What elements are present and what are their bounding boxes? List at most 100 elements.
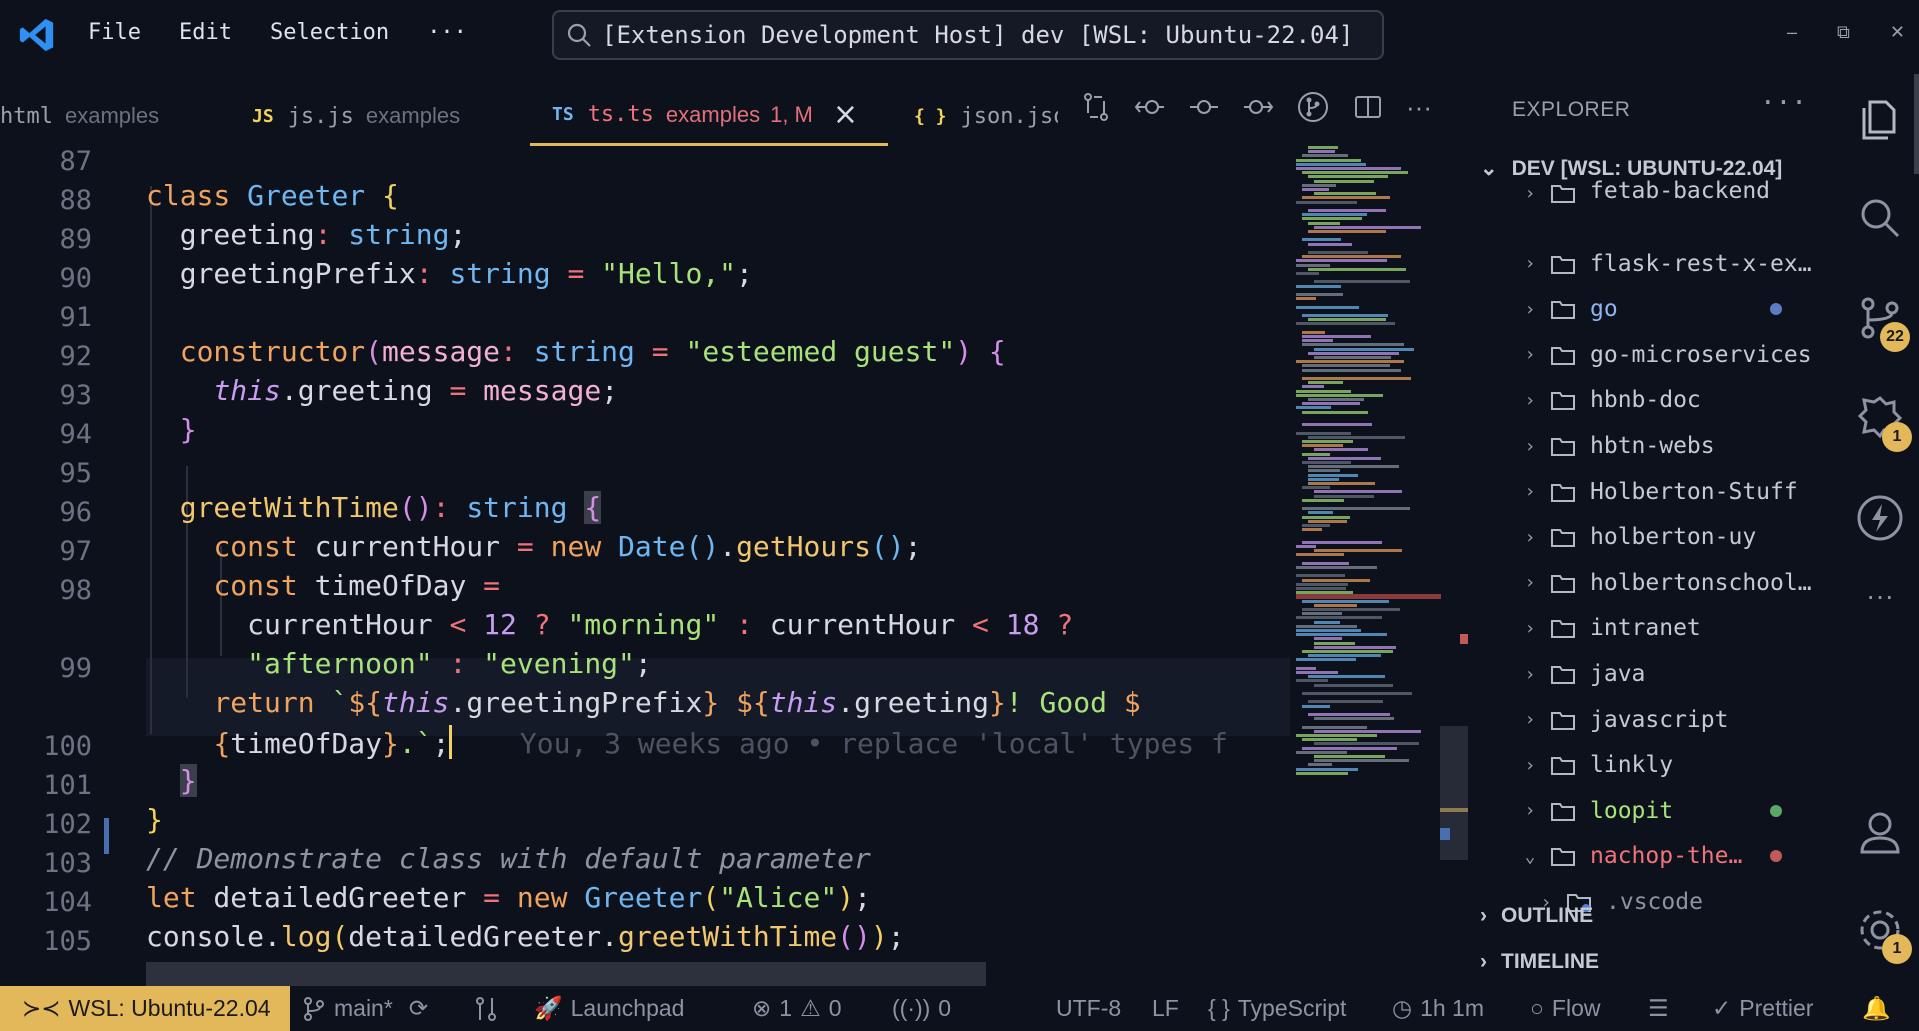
code-editor[interactable]: 87 class Greeter { 88 greeting: string; … <box>0 146 1290 988</box>
line-number: 101 <box>43 770 92 801</box>
tree-item[interactable]: › linkly <box>1470 743 1840 787</box>
git-compare-icon[interactable] <box>1080 91 1112 123</box>
chevron-right-icon: › <box>1524 572 1536 594</box>
tab-name: html <box>0 103 53 129</box>
minimap-line <box>1314 637 1342 641</box>
chevron-right-icon: › <box>1524 253 1536 275</box>
flow-indicator[interactable]: ○ Flow <box>1530 986 1600 1031</box>
encoding-indicator[interactable]: UTF-8 <box>1056 986 1121 1031</box>
minimap-line <box>1302 213 1367 217</box>
menu-file[interactable]: File <box>88 20 141 45</box>
notifications-bell-icon[interactable]: 🔔 <box>1862 986 1891 1031</box>
problems-indicator[interactable]: ⊗ 1 ⚠ 0 <box>752 986 842 1031</box>
minimap-line <box>1296 629 1361 632</box>
gitlens-icon[interactable] <box>474 986 498 1031</box>
editor-actions: ··· <box>1080 90 1432 124</box>
remote-indicator[interactable]: ≻≺ WSL: Ubuntu-22.04 <box>0 986 290 1031</box>
check-icon: ✓ <box>1712 995 1732 1021</box>
tree-item-label: hbtn-webs <box>1590 433 1715 459</box>
search-icon[interactable] <box>1854 192 1906 244</box>
git-status-dot <box>1770 850 1782 863</box>
minimap-line <box>1296 679 1329 683</box>
tree-item-label: javascript <box>1590 706 1729 733</box>
more-views-icon[interactable]: ··· <box>1854 580 1906 632</box>
tab-json[interactable]: { } json.jso <box>888 86 1058 146</box>
ports-indicator[interactable]: ((·)) 0 <box>892 986 951 1031</box>
split-editor-icon[interactable] <box>1352 91 1384 123</box>
tree-item[interactable]: › holbertonschool… <box>1470 561 1840 605</box>
minimap-line <box>1296 771 1349 775</box>
tree-item[interactable]: › go-microservices <box>1470 333 1840 377</box>
account-icon[interactable] <box>1854 806 1906 858</box>
minimap-line <box>1302 183 1336 187</box>
minimap-line <box>1314 347 1414 351</box>
explorer-more-icon[interactable]: ··· <box>1760 88 1807 118</box>
minimap-line <box>1296 272 1320 275</box>
language-indicator[interactable]: { } TypeScript <box>1208 986 1346 1031</box>
tree-item[interactable]: › loopit <box>1470 789 1840 833</box>
branch-indicator[interactable]: main* ⟳ <box>302 986 428 1031</box>
go-back-change-icon[interactable] <box>1134 91 1166 123</box>
minimap[interactable] <box>1296 146 1441 786</box>
go-forward-change-icon[interactable] <box>1242 91 1274 123</box>
minimap-line <box>1302 612 1343 616</box>
activity-bar: 22 1 ··· 1 <box>1840 80 1919 980</box>
tree-item-label: java <box>1590 661 1646 687</box>
chevron-right-icon: › <box>1524 389 1536 411</box>
menu-edit[interactable]: Edit <box>179 20 232 45</box>
tree-item[interactable]: › javascript <box>1470 698 1840 742</box>
sync-icon[interactable]: ⟳ <box>409 995 428 1022</box>
tab-js[interactable]: JS js.js examples <box>242 86 530 146</box>
time-tracker[interactable]: ◷ 1h 1m <box>1392 986 1484 1031</box>
prettier-indicator[interactable]: ✓ Prettier <box>1712 986 1813 1031</box>
timeline-label: TIMELINE <box>1501 950 1599 973</box>
maximize-button[interactable]: ⧉ <box>1837 22 1850 43</box>
outline-label: OUTLINE <box>1501 904 1594 927</box>
git-graph-icon[interactable] <box>1296 90 1330 124</box>
minimap-line <box>1314 356 1392 359</box>
tree-item[interactable]: ⌄ nachop-the… <box>1470 834 1840 878</box>
minimap-line <box>1308 175 1389 179</box>
launchpad-button[interactable]: 🚀 Launchpad <box>534 986 684 1031</box>
minimap-line <box>1302 217 1362 221</box>
chevron-right-icon: › <box>1524 526 1536 548</box>
thunder-client-icon[interactable] <box>1854 492 1906 544</box>
timeline-section[interactable]: › TIMELINE <box>1480 950 1599 974</box>
git-commit-icon[interactable] <box>1188 91 1220 123</box>
close-tab-icon[interactable]: × <box>833 97 858 132</box>
menu-selection[interactable]: Selection <box>270 20 389 45</box>
git-branch-icon <box>304 996 324 1021</box>
tree-item[interactable]: › intranet <box>1470 606 1840 650</box>
command-center-search[interactable]: [Extension Development Host] dev [WSL: U… <box>552 10 1384 60</box>
folder-icon <box>1551 529 1575 548</box>
minimize-button[interactable]: – <box>1787 22 1797 43</box>
tree-item[interactable]: › flask-rest-x-ex… <box>1470 242 1840 286</box>
workspace-header[interactable]: ⌄ DEV [WSL: UBUNTU-22.04] <box>1480 156 1782 181</box>
files-icon[interactable] <box>1854 94 1906 146</box>
menu-more[interactable]: ··· <box>427 20 467 45</box>
outline-section[interactable]: › OUTLINE <box>1480 904 1593 928</box>
more-actions-icon[interactable]: ··· <box>1406 92 1432 123</box>
tree-item[interactable]: › hbnb-doc <box>1470 378 1840 422</box>
scrollbar-marker <box>1440 808 1468 812</box>
tree-item[interactable]: › fetab-backend <box>1470 180 1840 204</box>
close-window-button[interactable]: ✕ <box>1890 22 1905 43</box>
tab-ts[interactable]: TS ts.ts examples 1, M × <box>530 86 888 146</box>
tree-item[interactable]: › holberton-uy <box>1470 515 1840 559</box>
tree-item-label: holbertonschool… <box>1590 569 1812 596</box>
tree-item[interactable]: › Holberton-Stuff <box>1470 470 1840 514</box>
copilot-icon[interactable]: ☰ <box>1648 986 1669 1031</box>
minimap-line <box>1308 700 1383 704</box>
eol-label: LF <box>1152 995 1179 1021</box>
folder-icon <box>1551 711 1575 730</box>
minimap-line <box>1296 545 1317 548</box>
tree-item[interactable]: › go <box>1470 287 1840 331</box>
minimap-line <box>1308 473 1359 477</box>
folder-icon <box>1551 757 1575 776</box>
tab-html[interactable]: html examples <box>0 86 242 146</box>
horizontal-scrollbar[interactable] <box>146 962 986 988</box>
minimap-line <box>1296 734 1377 737</box>
eol-indicator[interactable]: LF <box>1152 986 1179 1031</box>
tree-item[interactable]: › java <box>1470 652 1840 696</box>
tree-item[interactable]: › hbtn-webs <box>1470 424 1840 468</box>
